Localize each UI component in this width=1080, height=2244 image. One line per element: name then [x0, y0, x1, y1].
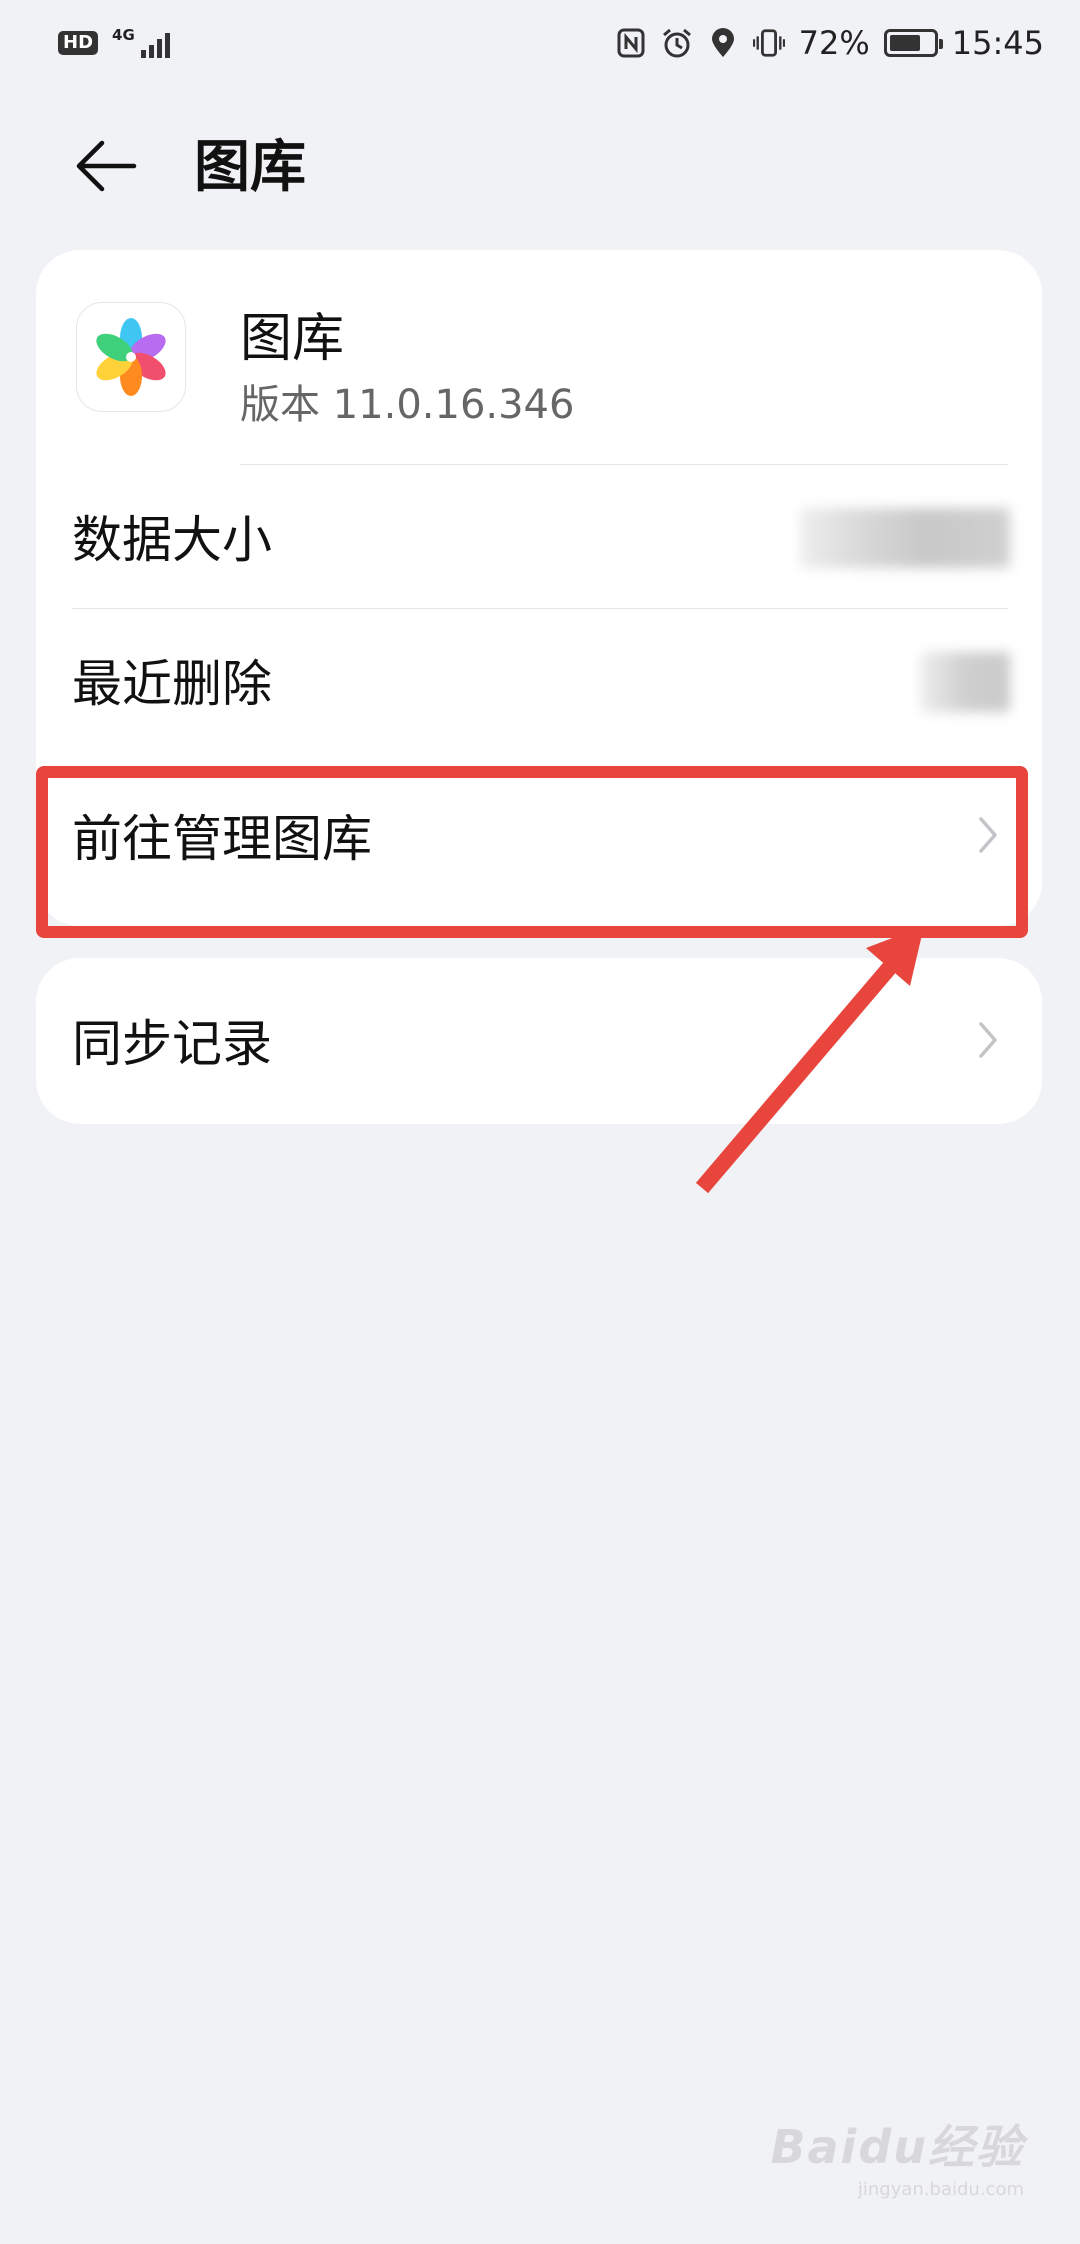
- watermark: Baidu经验 jingyan.baidu.com: [770, 2111, 1024, 2200]
- app-info-row: 图库 版本 11.0.16.346: [36, 250, 1042, 466]
- status-bar: HD 4G 72% 15:45: [0, 0, 1080, 86]
- divider: [72, 608, 1008, 609]
- status-bar-left: HD 4G: [58, 28, 170, 58]
- sync-record-label: 同步记录: [72, 1015, 272, 1073]
- battery-fill: [889, 35, 921, 51]
- hd-badge: HD: [58, 31, 99, 55]
- back-button[interactable]: [74, 136, 138, 196]
- recently-deleted-value-redacted: [920, 652, 1010, 712]
- watermark-main: Baidu经验: [770, 2120, 1024, 2174]
- recently-deleted-label: 最近删除: [72, 655, 272, 713]
- nfc-icon: [615, 27, 647, 59]
- sync-card: 同步记录: [36, 958, 1042, 1124]
- sync-record-row[interactable]: 同步记录: [36, 970, 1042, 1110]
- data-size-label: 数据大小: [72, 511, 272, 569]
- data-size-row: 数据大小: [36, 466, 1042, 606]
- app-name: 图库: [240, 309, 345, 369]
- location-icon: [707, 27, 739, 59]
- chevron-right-icon: [974, 811, 1002, 859]
- manage-gallery-row[interactable]: 前往管理图库: [36, 760, 1042, 910]
- network-type: 4G: [112, 26, 135, 44]
- chevron-right-icon: [974, 1016, 1002, 1064]
- recently-deleted-row: 最近删除: [36, 610, 1042, 750]
- page-title: 图库: [194, 135, 306, 200]
- divider: [240, 464, 1008, 465]
- battery-percent: 72%: [798, 24, 870, 62]
- gallery-flower-icon: [76, 302, 186, 412]
- cellular-signal-icon: 4G: [112, 28, 170, 58]
- vibrate-icon: [752, 27, 785, 59]
- data-size-value-redacted: [800, 508, 1010, 568]
- watermark-sub: jingyan.baidu.com: [857, 2179, 1024, 2200]
- manage-gallery-label: 前往管理图库: [72, 810, 372, 868]
- header: 图库: [0, 110, 1080, 220]
- status-bar-right: 72% 15:45: [615, 24, 1044, 62]
- app-info-card: 图库 版本 11.0.16.346 数据大小 最近删除 前往管理图库: [36, 250, 1042, 926]
- battery-icon: [883, 29, 943, 57]
- clock: 15:45: [951, 24, 1044, 62]
- app-version: 版本 11.0.16.346: [240, 382, 575, 428]
- back-arrow-icon: [76, 140, 137, 192]
- alarm-icon: [661, 27, 693, 59]
